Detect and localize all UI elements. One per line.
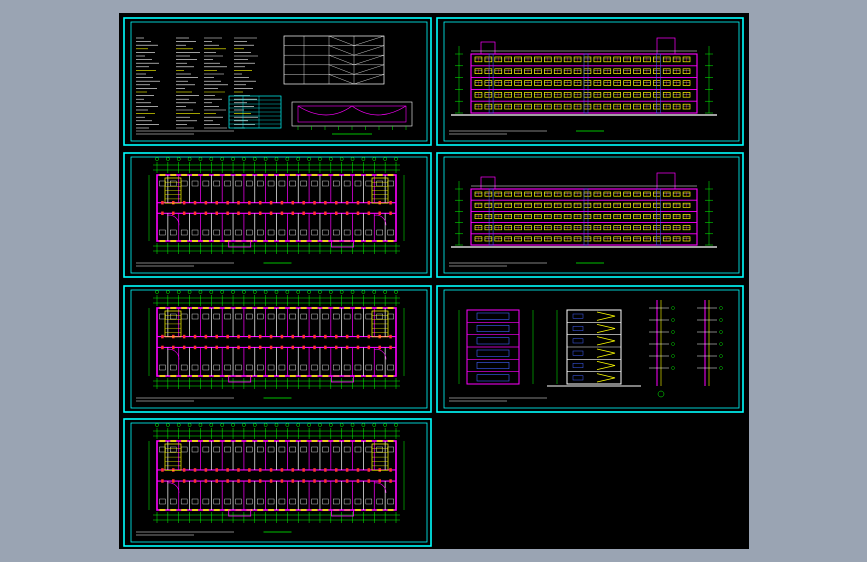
drawing-layer	[123, 17, 744, 547]
sheet-elevation-front[interactable]	[436, 17, 744, 146]
sheet-floor-plan-2[interactable]	[123, 285, 432, 413]
cad-drawing-canvas[interactable]	[119, 13, 749, 549]
sheet-elevation-rear[interactable]	[436, 152, 744, 278]
sheet-floor-plan-1[interactable]	[123, 152, 432, 278]
sheet-floor-plan-3[interactable]	[123, 418, 432, 547]
sheet-general-notes[interactable]	[123, 17, 432, 146]
sheet-sections-details[interactable]	[436, 285, 744, 413]
